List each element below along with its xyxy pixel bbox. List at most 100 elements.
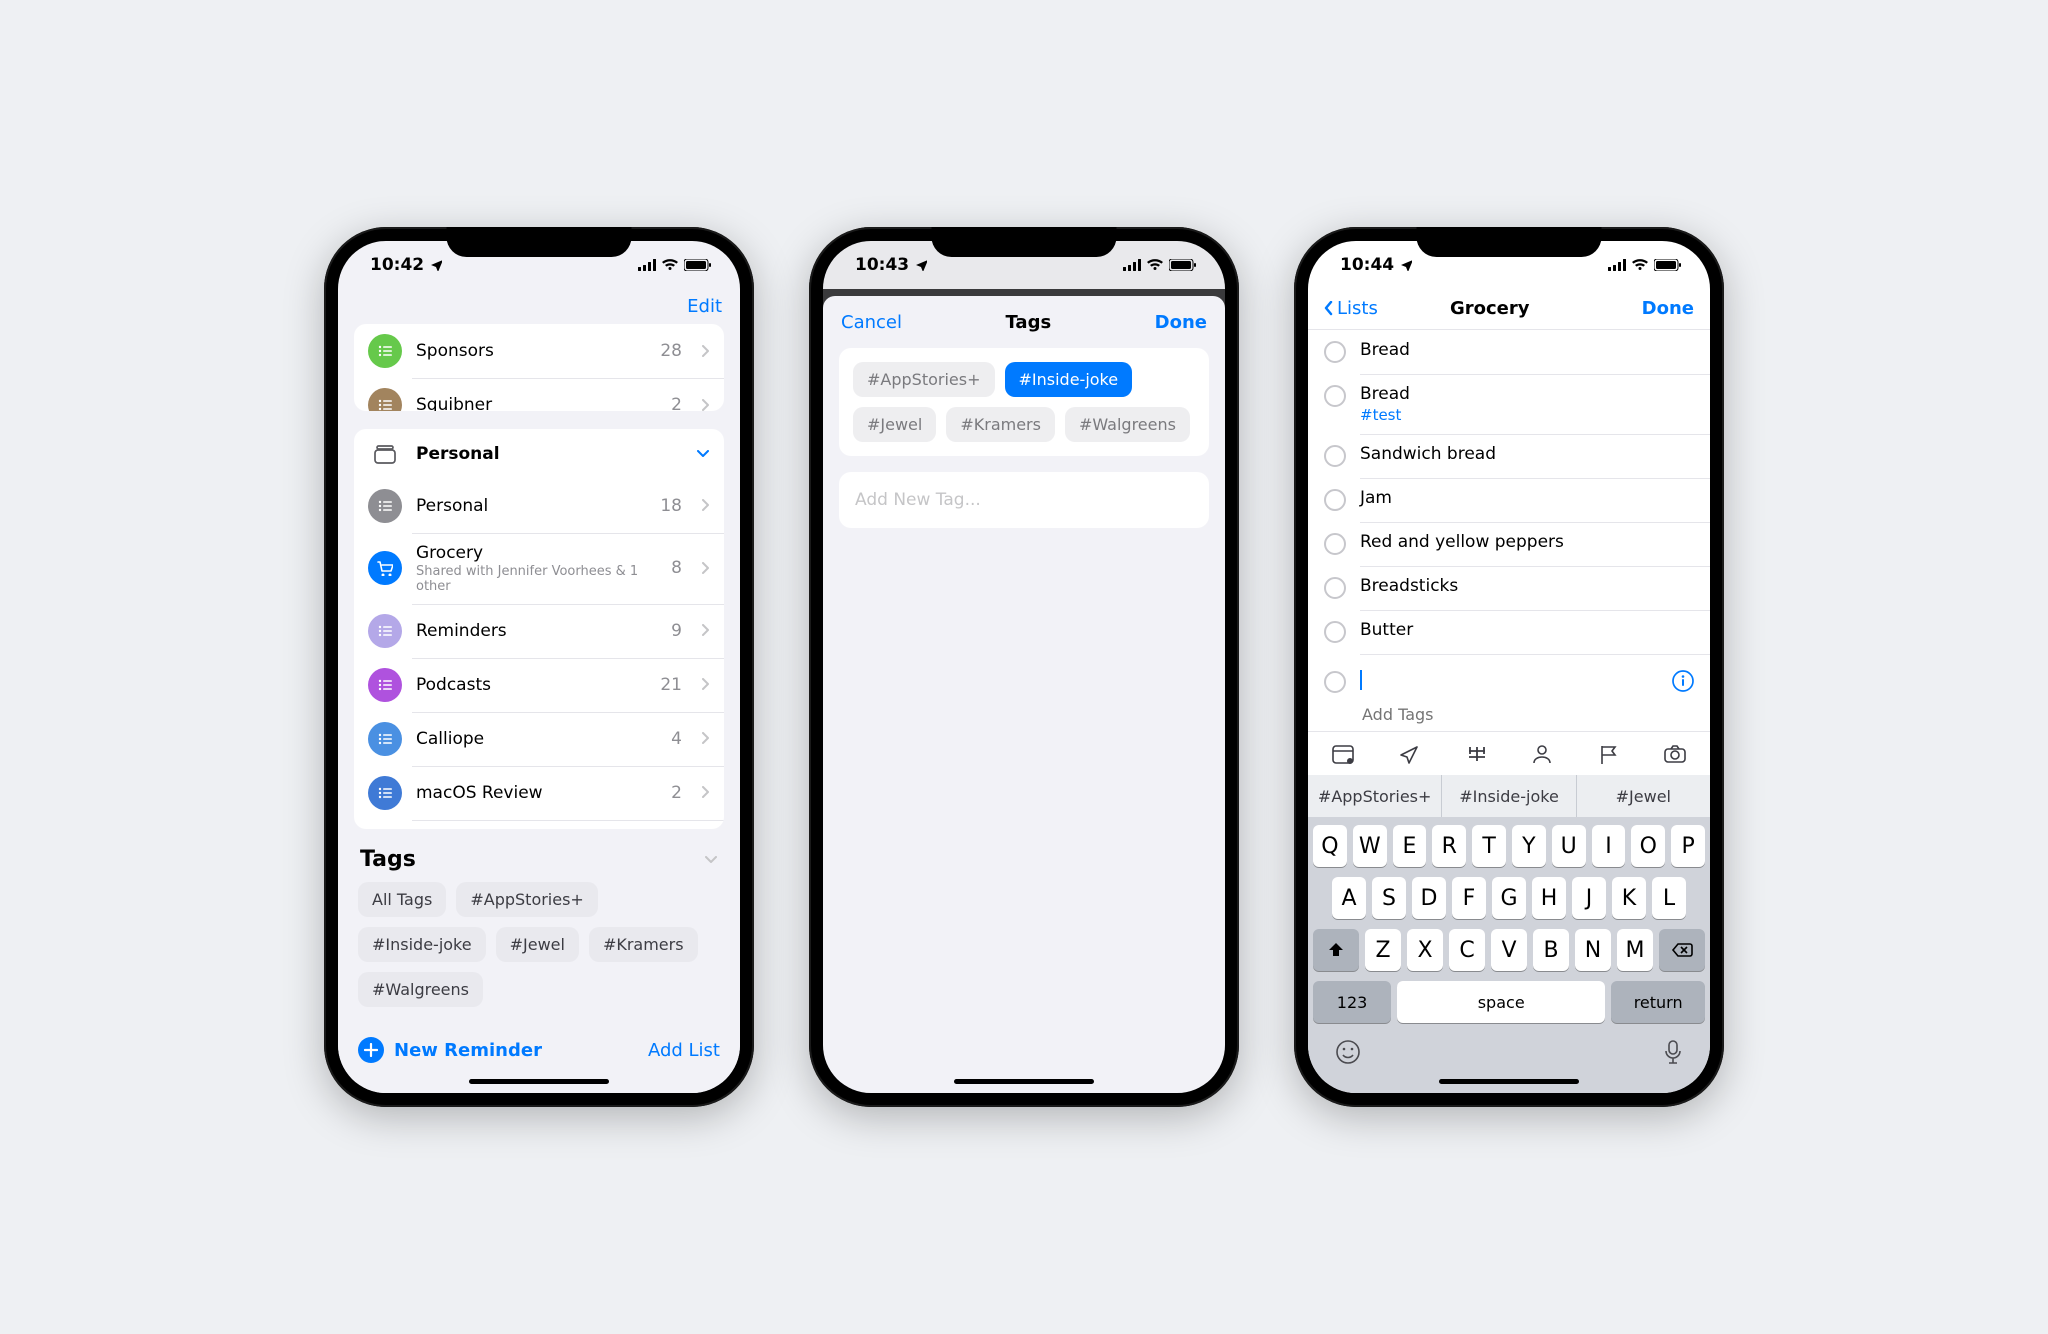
checkbox-icon[interactable] [1324, 445, 1346, 467]
keyboard-key[interactable]: P [1671, 825, 1705, 867]
new-reminder-input-row[interactable] [1308, 660, 1710, 704]
keyboard-key[interactable]: E [1393, 825, 1427, 867]
checkbox-icon[interactable] [1324, 577, 1346, 599]
plus-circle-icon [358, 1037, 384, 1063]
list-row[interactable]: Personal 18 [354, 479, 724, 533]
checkbox-icon[interactable] [1324, 341, 1346, 363]
keyboard-key[interactable]: Q [1313, 825, 1347, 867]
reminder-row[interactable]: Butter [1308, 610, 1710, 654]
list-count: 4 [671, 729, 682, 749]
keyboard-key[interactable]: D [1412, 877, 1446, 919]
checkbox-icon[interactable] [1324, 671, 1346, 693]
tag-pill[interactable]: #Inside-joke [1005, 362, 1133, 397]
edit-button[interactable]: Edit [687, 296, 722, 317]
keyboard-key[interactable]: G [1492, 877, 1526, 919]
calendar-icon[interactable] [1310, 743, 1376, 765]
tag-pill[interactable]: #Inside-joke [358, 927, 486, 962]
list-icon [368, 489, 402, 523]
tag-pill[interactable]: All Tags [358, 882, 446, 917]
keyboard-key[interactable]: J [1572, 877, 1606, 919]
keyboard-key[interactable]: T [1472, 825, 1506, 867]
list-row[interactable]: Sponsors 28 [354, 324, 724, 378]
keyboard-key[interactable]: F [1452, 877, 1486, 919]
tag-pill[interactable]: #Jewel [853, 407, 936, 442]
checkbox-icon[interactable] [1324, 489, 1346, 511]
add-list-button[interactable]: Add List [648, 1040, 720, 1061]
keyboard-key[interactable]: C [1449, 929, 1485, 971]
section-header-personal[interactable]: Personal [354, 429, 724, 479]
list-icon [368, 551, 402, 585]
keyboard-key[interactable]: L [1652, 877, 1686, 919]
done-button[interactable]: Done [1155, 312, 1207, 333]
reminder-row[interactable]: Bread#test [1308, 374, 1710, 434]
keyboard-key[interactable]: V [1491, 929, 1527, 971]
info-icon[interactable] [1672, 670, 1694, 692]
phone-tags-sheet: 10:43 Cancel Tags Done #AppStories+#Insi… [809, 227, 1239, 1107]
reminder-row[interactable]: Red and yellow peppers [1308, 522, 1710, 566]
flag-icon[interactable] [1575, 743, 1641, 765]
new-reminder-button[interactable]: New Reminder [358, 1037, 542, 1063]
keyboard-key[interactable]: Z [1365, 929, 1401, 971]
dictation-icon[interactable] [1663, 1039, 1683, 1065]
list-row[interactable]: Podcasts 21 [354, 658, 724, 712]
tag-suggestion[interactable]: #Inside-joke [1441, 775, 1575, 817]
tag-pill[interactable]: #Walgreens [358, 972, 483, 1007]
keyboard-delete-key[interactable] [1659, 929, 1705, 971]
reminder-row[interactable]: Sandwich bread [1308, 434, 1710, 478]
list-icon [368, 722, 402, 756]
tag-pill[interactable]: #AppStories+ [853, 362, 995, 397]
keyboard-key[interactable]: O [1631, 825, 1665, 867]
keyboard-key[interactable]: Y [1512, 825, 1546, 867]
camera-icon[interactable] [1642, 744, 1708, 764]
keyboard-shift-key[interactable] [1313, 929, 1359, 971]
reminder-row[interactable]: Jam [1308, 478, 1710, 522]
chevron-right-icon [702, 345, 710, 358]
emoji-icon[interactable] [1335, 1039, 1361, 1065]
keyboard-key[interactable]: K [1612, 877, 1646, 919]
done-button[interactable]: Done [1642, 298, 1694, 319]
tag-pill[interactable]: #Kramers [946, 407, 1055, 442]
keyboard-key[interactable]: M [1617, 929, 1653, 971]
list-row[interactable]: macOS Review 2 [354, 766, 724, 820]
tag-pill[interactable]: #AppStories+ [456, 882, 598, 917]
add-tags-input[interactable] [1360, 704, 1694, 725]
keyboard-key[interactable]: N [1575, 929, 1611, 971]
keyboard-space-key[interactable]: space [1397, 981, 1605, 1023]
list-row[interactable]: GroceryShared with Jennifer Voorhees & 1… [354, 533, 724, 604]
keyboard-123-key[interactable]: 123 [1313, 981, 1391, 1023]
checkbox-icon[interactable] [1324, 533, 1346, 555]
tag-suggestion[interactable]: #Jewel [1576, 775, 1710, 817]
tag-pill[interactable]: #Jewel [496, 927, 579, 962]
keyboard-return-key[interactable]: return [1611, 981, 1705, 1023]
keyboard-key[interactable]: S [1372, 877, 1406, 919]
keyboard-key[interactable]: R [1432, 825, 1466, 867]
location-icon[interactable] [1376, 743, 1442, 765]
add-new-tag-input[interactable]: Add New Tag... [839, 472, 1209, 528]
tag-pill[interactable]: #Walgreens [1065, 407, 1190, 442]
list-row[interactable]: Mela 4 [354, 820, 724, 829]
tags-section-header[interactable]: Tags [338, 847, 740, 872]
person-icon[interactable] [1509, 743, 1575, 765]
list-row[interactable]: Calliope 4 [354, 712, 724, 766]
keyboard-key[interactable]: H [1532, 877, 1566, 919]
battery-icon [684, 259, 712, 271]
keyboard-key[interactable]: A [1332, 877, 1366, 919]
keyboard-key[interactable]: B [1533, 929, 1569, 971]
keyboard-key[interactable]: X [1407, 929, 1443, 971]
checkbox-icon[interactable] [1324, 621, 1346, 643]
tag-pill[interactable]: #Kramers [589, 927, 698, 962]
keyboard-key[interactable]: W [1353, 825, 1387, 867]
tag-icon[interactable] [1443, 743, 1509, 765]
list-count: 2 [671, 395, 682, 411]
cancel-button[interactable]: Cancel [841, 312, 902, 333]
reminder-row[interactable]: Breadsticks [1308, 566, 1710, 610]
keyboard-key[interactable]: U [1552, 825, 1586, 867]
checkbox-icon[interactable] [1324, 385, 1346, 407]
keyboard-key[interactable]: I [1592, 825, 1626, 867]
phone-grocery-list: 10:44 Lists Grocery Done Bread Bread#tes… [1294, 227, 1724, 1107]
list-row[interactable]: Reminders 9 [354, 604, 724, 658]
keyboard[interactable]: QWERTYUIOP ASDFGHJKL ZXCVBNM 123 space r… [1308, 817, 1710, 1093]
reminder-row[interactable]: Bread [1308, 330, 1710, 374]
tag-suggestion[interactable]: #AppStories+ [1308, 775, 1441, 817]
list-row[interactable]: Squibner 2 [354, 378, 724, 411]
